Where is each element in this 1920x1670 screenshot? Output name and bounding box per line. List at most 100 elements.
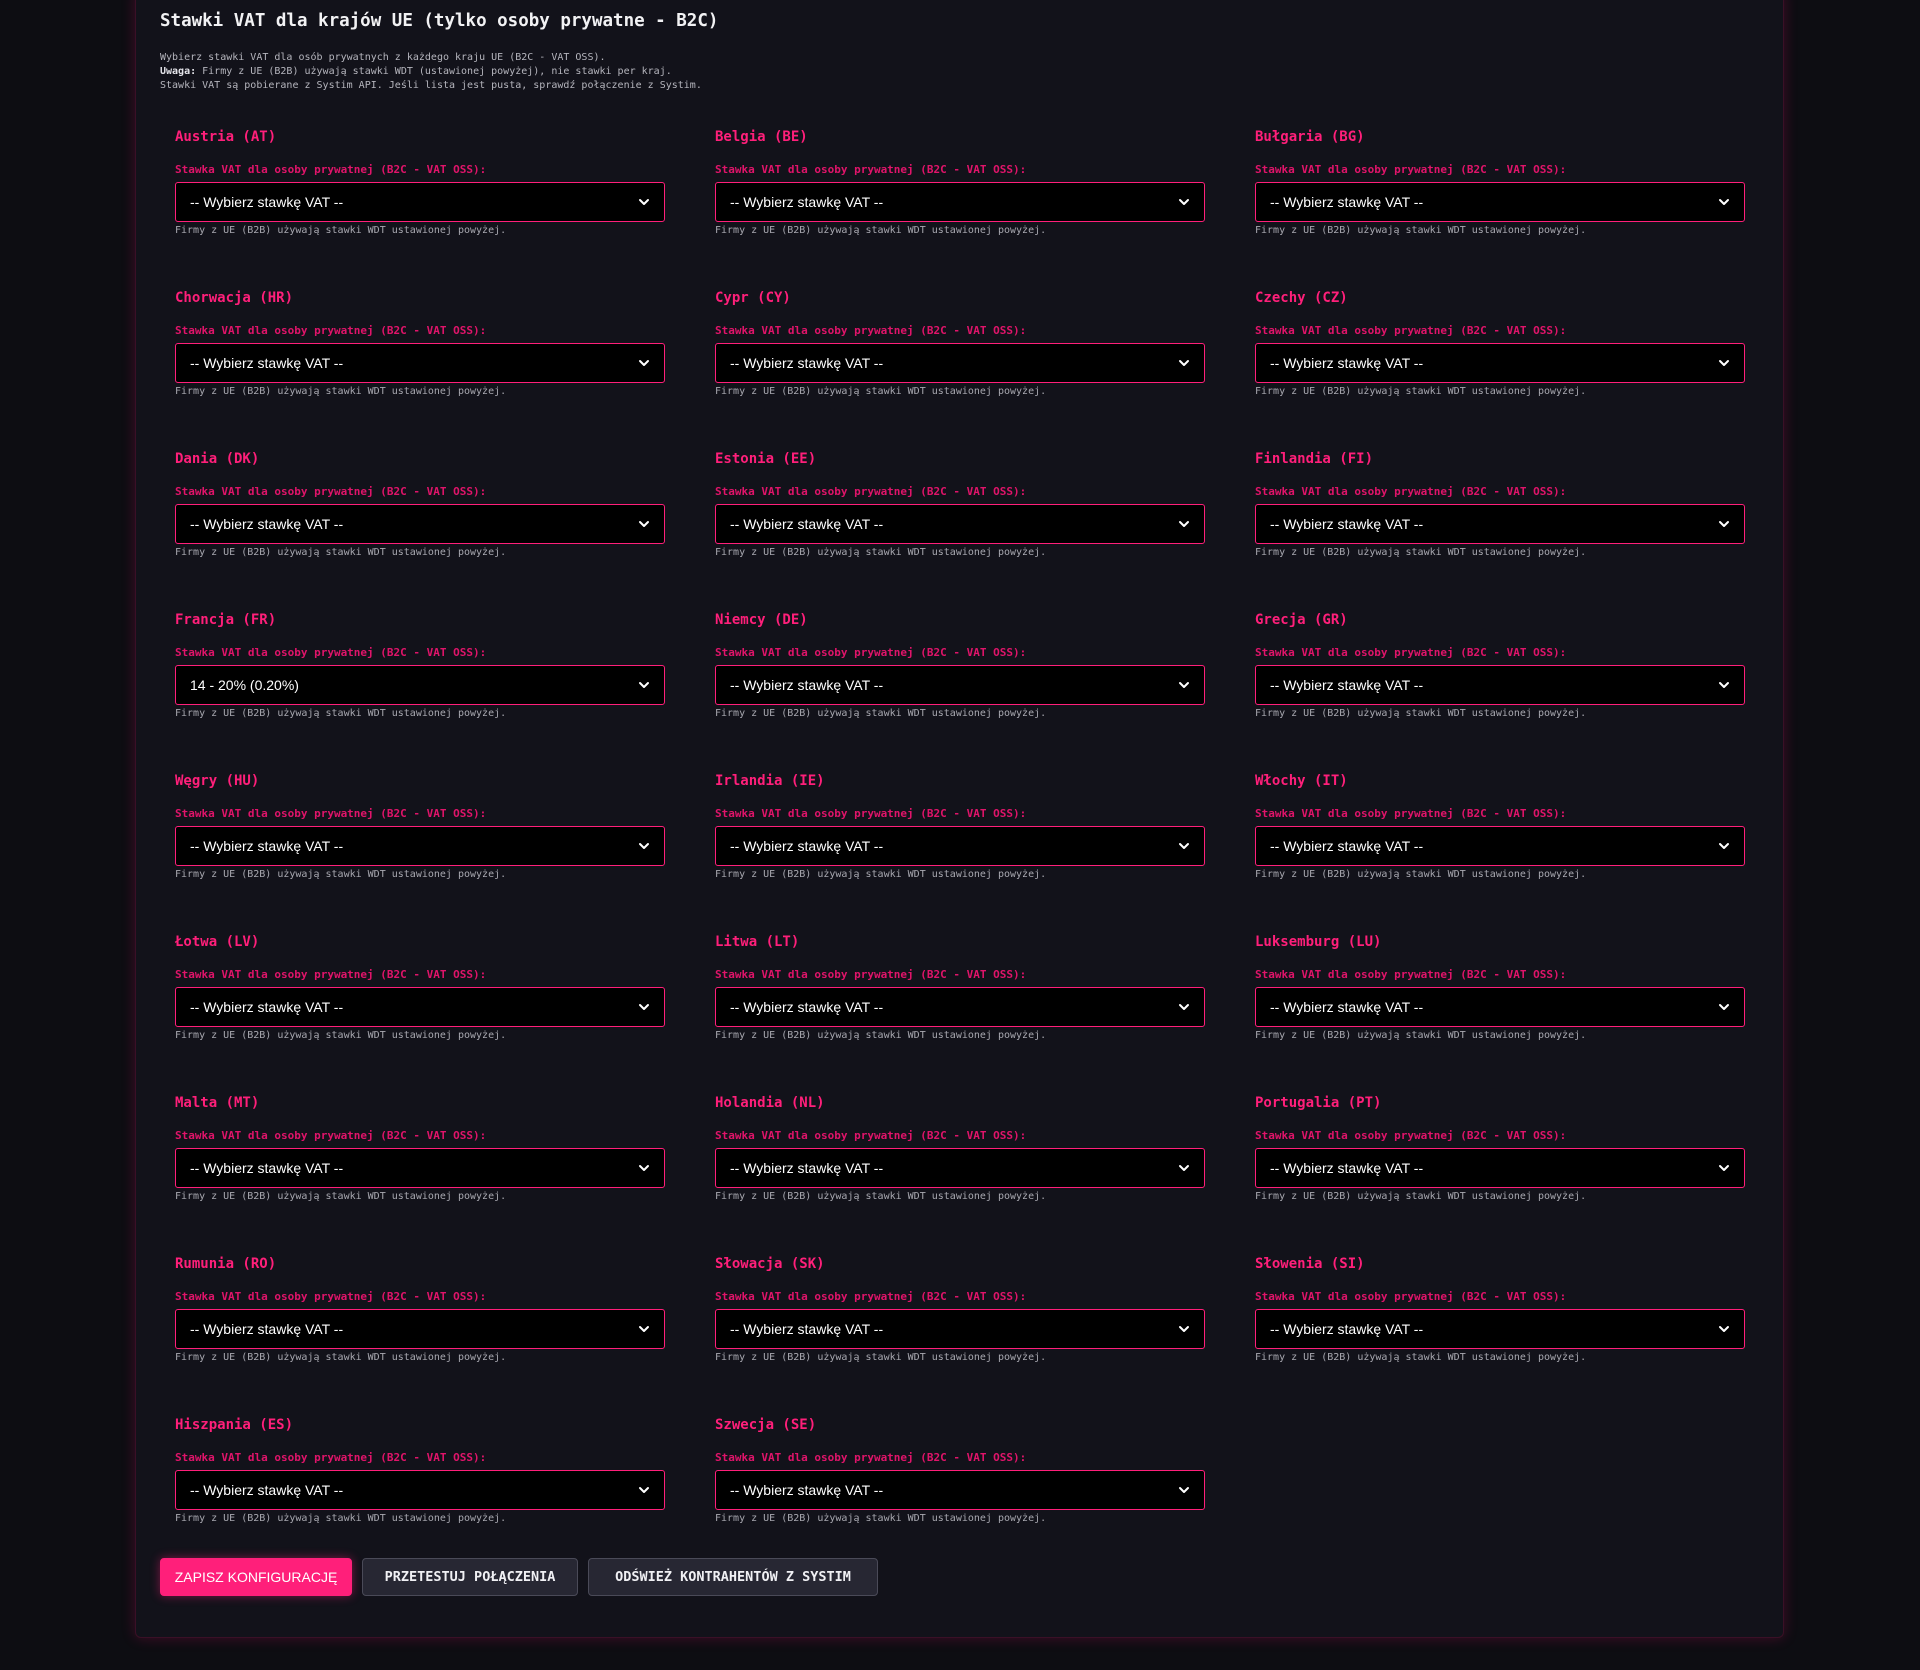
vat-rate-label: Stawka VAT dla osoby prywatnej (B2C - VA… bbox=[715, 1451, 1027, 1464]
vat-rate-select[interactable]: -- Wybierz stawkę VAT -- bbox=[1255, 665, 1745, 705]
b2b-hint: Firmy z UE (B2B) używają stawki WDT usta… bbox=[175, 547, 507, 558]
vat-rate-select[interactable]: -- Wybierz stawkę VAT -- bbox=[175, 1148, 665, 1188]
vat-rate-select[interactable]: -- Wybierz stawkę VAT -- bbox=[715, 987, 1205, 1027]
country-vat-card: Portugalia (PT) Stawka VAT dla osoby pry… bbox=[1255, 1089, 1745, 1250]
chevron-down-icon bbox=[1178, 679, 1190, 691]
vat-rate-select[interactable]: -- Wybierz stawkę VAT -- bbox=[1255, 1309, 1745, 1349]
country-name: Grecja (GR) bbox=[1255, 612, 1348, 628]
vat-rate-select[interactable]: -- Wybierz stawkę VAT -- bbox=[715, 1470, 1205, 1510]
vat-rate-select[interactable]: -- Wybierz stawkę VAT -- bbox=[1255, 182, 1745, 222]
vat-rate-selected-value: -- Wybierz stawkę VAT -- bbox=[1270, 194, 1424, 210]
country-vat-card: Rumunia (RO) Stawka VAT dla osoby prywat… bbox=[175, 1250, 665, 1411]
chevron-down-icon bbox=[638, 1323, 650, 1335]
country-vat-card: Łotwa (LV) Stawka VAT dla osoby prywatne… bbox=[175, 928, 665, 1089]
b2b-hint: Firmy z UE (B2B) używają stawki WDT usta… bbox=[715, 225, 1047, 236]
chevron-down-icon bbox=[638, 1162, 650, 1174]
vat-rate-selected-value: -- Wybierz stawkę VAT -- bbox=[730, 1321, 884, 1337]
country-name: Finlandia (FI) bbox=[1255, 451, 1374, 467]
vat-rate-label: Stawka VAT dla osoby prywatnej (B2C - VA… bbox=[715, 807, 1027, 820]
vat-rate-label: Stawka VAT dla osoby prywatnej (B2C - VA… bbox=[1255, 324, 1567, 337]
vat-rate-select[interactable]: -- Wybierz stawkę VAT -- bbox=[175, 1470, 665, 1510]
country-name: Czechy (CZ) bbox=[1255, 290, 1348, 306]
vat-rate-label: Stawka VAT dla osoby prywatnej (B2C - VA… bbox=[1255, 1129, 1567, 1142]
country-name: Słowacja (SK) bbox=[715, 1256, 825, 1272]
country-name: Portugalia (PT) bbox=[1255, 1095, 1382, 1111]
chevron-down-icon bbox=[1718, 196, 1730, 208]
vat-rate-select[interactable]: -- Wybierz stawkę VAT -- bbox=[715, 1309, 1205, 1349]
vat-rate-select[interactable]: -- Wybierz stawkę VAT -- bbox=[715, 1148, 1205, 1188]
vat-rate-select[interactable]: -- Wybierz stawkę VAT -- bbox=[1255, 343, 1745, 383]
country-vat-card: Luksemburg (LU) Stawka VAT dla osoby pry… bbox=[1255, 928, 1745, 1089]
vat-rate-select[interactable]: -- Wybierz stawkę VAT -- bbox=[715, 665, 1205, 705]
intro-note-label: Uwaga: bbox=[160, 66, 197, 77]
vat-rate-label: Stawka VAT dla osoby prywatnej (B2C - VA… bbox=[1255, 807, 1567, 820]
country-vat-card: Grecja (GR) Stawka VAT dla osoby prywatn… bbox=[1255, 606, 1745, 767]
country-vat-card: Włochy (IT) Stawka VAT dla osoby prywatn… bbox=[1255, 767, 1745, 928]
b2b-hint: Firmy z UE (B2B) używają stawki WDT usta… bbox=[715, 1352, 1047, 1363]
vat-rate-selected-value: -- Wybierz stawkę VAT -- bbox=[190, 355, 344, 371]
vat-rate-select[interactable]: 14 - 20% (0.20%) bbox=[175, 665, 665, 705]
vat-rate-select[interactable]: -- Wybierz stawkę VAT -- bbox=[175, 343, 665, 383]
vat-rate-select[interactable]: -- Wybierz stawkę VAT -- bbox=[715, 826, 1205, 866]
country-name: Słowenia (SI) bbox=[1255, 1256, 1365, 1272]
refresh-contractors-button[interactable]: ODŚWIEŻ KONTRAHENTÓW Z SYSTIM bbox=[588, 1558, 878, 1596]
vat-rate-select[interactable]: -- Wybierz stawkę VAT -- bbox=[1255, 504, 1745, 544]
intro-note-text: Firmy z UE (B2B) używają stawki WDT (ust… bbox=[196, 66, 672, 77]
country-name: Węgry (HU) bbox=[175, 773, 260, 789]
country-name: Litwa (LT) bbox=[715, 934, 800, 950]
country-name: Rumunia (RO) bbox=[175, 1256, 277, 1272]
vat-rate-selected-value: -- Wybierz stawkę VAT -- bbox=[190, 999, 344, 1015]
b2b-hint: Firmy z UE (B2B) używają stawki WDT usta… bbox=[1255, 547, 1587, 558]
vat-rate-select[interactable]: -- Wybierz stawkę VAT -- bbox=[1255, 1148, 1745, 1188]
country-name: Szwecja (SE) bbox=[715, 1417, 817, 1433]
b2b-hint: Firmy z UE (B2B) używają stawki WDT usta… bbox=[1255, 708, 1587, 719]
chevron-down-icon bbox=[1178, 1484, 1190, 1496]
vat-rate-label: Stawka VAT dla osoby prywatnej (B2C - VA… bbox=[715, 968, 1027, 981]
country-name: Austria (AT) bbox=[175, 129, 277, 145]
vat-rate-label: Stawka VAT dla osoby prywatnej (B2C - VA… bbox=[175, 485, 487, 498]
vat-rate-label: Stawka VAT dla osoby prywatnej (B2C - VA… bbox=[1255, 1290, 1567, 1303]
b2b-hint: Firmy z UE (B2B) używają stawki WDT usta… bbox=[715, 1513, 1047, 1524]
vat-rate-select[interactable]: -- Wybierz stawkę VAT -- bbox=[715, 182, 1205, 222]
vat-rate-select[interactable]: -- Wybierz stawkę VAT -- bbox=[175, 182, 665, 222]
action-bar: ZAPISZ KONFIGURACJĘ PRZETESTUJ POŁĄCZENI… bbox=[160, 1558, 878, 1596]
chevron-down-icon bbox=[1178, 196, 1190, 208]
chevron-down-icon bbox=[1718, 357, 1730, 369]
country-vat-card: Bułgaria (BG) Stawka VAT dla osoby prywa… bbox=[1255, 123, 1745, 284]
vat-rate-selected-value: -- Wybierz stawkę VAT -- bbox=[1270, 516, 1424, 532]
vat-rate-select[interactable]: -- Wybierz stawkę VAT -- bbox=[1255, 987, 1745, 1027]
country-name: Irlandia (IE) bbox=[715, 773, 825, 789]
vat-rate-select[interactable]: -- Wybierz stawkę VAT -- bbox=[175, 987, 665, 1027]
b2b-hint: Firmy z UE (B2B) używają stawki WDT usta… bbox=[715, 547, 1047, 558]
vat-rate-selected-value: -- Wybierz stawkę VAT -- bbox=[730, 1160, 884, 1176]
country-vat-card: Hiszpania (ES) Stawka VAT dla osoby pryw… bbox=[175, 1411, 665, 1572]
intro-line: Stawki VAT są pobierane z Systim API. Je… bbox=[160, 80, 702, 91]
vat-rate-select[interactable]: -- Wybierz stawkę VAT -- bbox=[715, 504, 1205, 544]
vat-rate-label: Stawka VAT dla osoby prywatnej (B2C - VA… bbox=[1255, 646, 1567, 659]
vat-rate-selected-value: -- Wybierz stawkę VAT -- bbox=[730, 355, 884, 371]
vat-rate-selected-value: -- Wybierz stawkę VAT -- bbox=[190, 838, 344, 854]
save-config-button[interactable]: ZAPISZ KONFIGURACJĘ bbox=[160, 1558, 352, 1596]
country-vat-card: Austria (AT) Stawka VAT dla osoby prywat… bbox=[175, 123, 665, 284]
vat-rate-label: Stawka VAT dla osoby prywatnej (B2C - VA… bbox=[715, 163, 1027, 176]
b2b-hint: Firmy z UE (B2B) używają stawki WDT usta… bbox=[1255, 1191, 1587, 1202]
chevron-down-icon bbox=[1718, 1162, 1730, 1174]
vat-rate-select[interactable]: -- Wybierz stawkę VAT -- bbox=[175, 826, 665, 866]
vat-rate-selected-value: -- Wybierz stawkę VAT -- bbox=[1270, 677, 1424, 693]
vat-rate-select[interactable]: -- Wybierz stawkę VAT -- bbox=[175, 504, 665, 544]
section-title: Stawki VAT dla krajów UE (tylko osoby pr… bbox=[160, 11, 719, 31]
test-connections-button[interactable]: PRZETESTUJ POŁĄCZENIA bbox=[362, 1558, 578, 1596]
country-name: Holandia (NL) bbox=[715, 1095, 825, 1111]
vat-rate-select[interactable]: -- Wybierz stawkę VAT -- bbox=[1255, 826, 1745, 866]
country-name: Hiszpania (ES) bbox=[175, 1417, 294, 1433]
country-name: Cypr (CY) bbox=[715, 290, 791, 306]
b2b-hint: Firmy z UE (B2B) używają stawki WDT usta… bbox=[1255, 1352, 1587, 1363]
vat-rate-label: Stawka VAT dla osoby prywatnej (B2C - VA… bbox=[175, 1290, 487, 1303]
country-name: Włochy (IT) bbox=[1255, 773, 1348, 789]
country-vat-card: Litwa (LT) Stawka VAT dla osoby prywatne… bbox=[715, 928, 1205, 1089]
vat-rate-label: Stawka VAT dla osoby prywatnej (B2C - VA… bbox=[1255, 485, 1567, 498]
vat-rate-select[interactable]: -- Wybierz stawkę VAT -- bbox=[175, 1309, 665, 1349]
vat-rate-select[interactable]: -- Wybierz stawkę VAT -- bbox=[715, 343, 1205, 383]
b2b-hint: Firmy z UE (B2B) używają stawki WDT usta… bbox=[715, 869, 1047, 880]
intro-line: Wybierz stawki VAT dla osób prywatnych z… bbox=[160, 52, 606, 63]
